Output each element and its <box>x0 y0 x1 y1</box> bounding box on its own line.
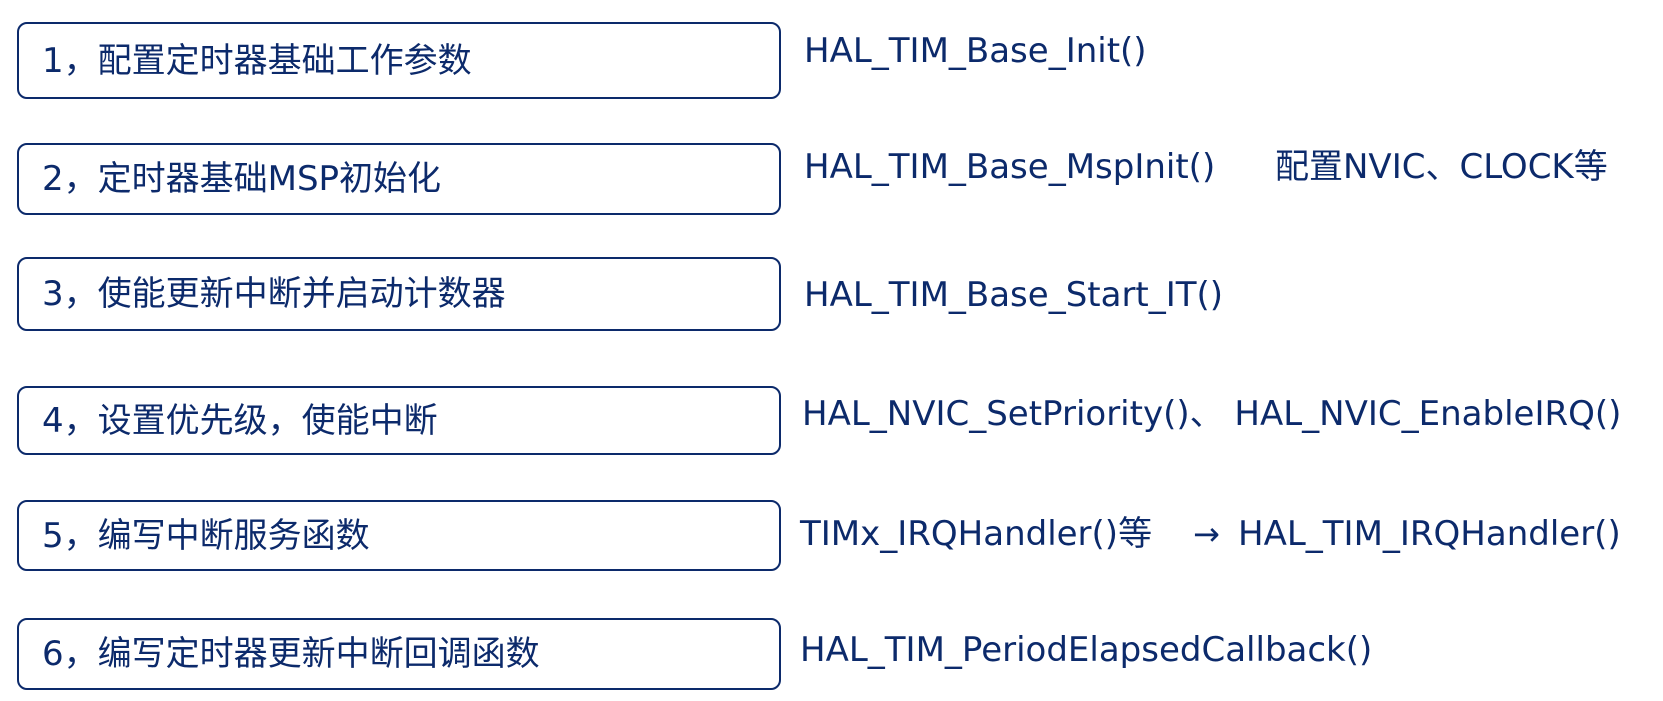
step-4-function: HAL_NVIC_SetPriority()、 HAL_NVIC_EnableI… <box>802 394 1622 434</box>
step-5-function: TIMx_IRQHandler()等 <box>800 514 1153 554</box>
step-5-box: 5，编写中断服务函数 <box>17 500 781 571</box>
right-arrow-icon: → <box>1193 515 1220 553</box>
step-2-box: 2，定时器基础MSP初始化 <box>17 143 781 215</box>
step-2-note: 配置NVIC、CLOCK等 <box>1275 147 1608 187</box>
step-3-label: 3，使能更新中断并启动计数器 <box>42 274 506 314</box>
step-2-label: 2，定时器基础MSP初始化 <box>42 159 442 199</box>
step-3-function: HAL_TIM_Base_Start_IT() <box>804 275 1224 315</box>
step-6-label: 6，编写定时器更新中断回调函数 <box>42 634 540 674</box>
step-5-label: 5，编写中断服务函数 <box>42 515 370 556</box>
step-1-function: HAL_TIM_Base_Init() <box>804 31 1147 71</box>
step-2-function: HAL_TIM_Base_MspInit() <box>804 147 1216 187</box>
step-4-label: 4，设置优先级，使能中断 <box>42 400 438 441</box>
step-6-box: 6，编写定时器更新中断回调函数 <box>17 618 781 690</box>
step-4-box: 4，设置优先级，使能中断 <box>17 386 781 455</box>
step-6-function: HAL_TIM_PeriodElapsedCallback() <box>800 630 1373 670</box>
step-1-label: 1，配置定时器基础工作参数 <box>42 40 472 81</box>
step-3-box: 3，使能更新中断并启动计数器 <box>17 257 781 331</box>
step-5-target-function: HAL_TIM_IRQHandler() <box>1238 514 1621 554</box>
step-1-box: 1，配置定时器基础工作参数 <box>17 22 781 99</box>
